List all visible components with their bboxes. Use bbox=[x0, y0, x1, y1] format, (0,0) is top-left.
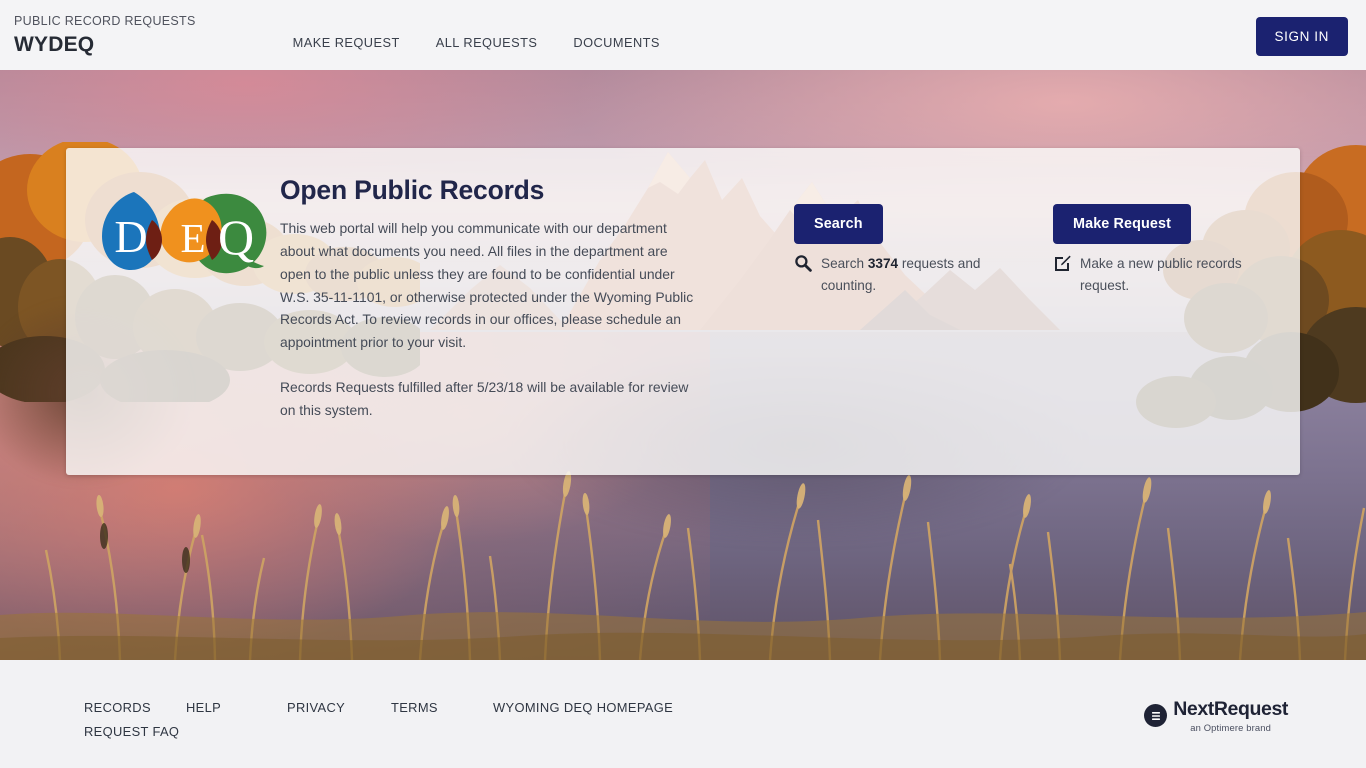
make-request-button[interactable]: Make Request bbox=[1053, 204, 1191, 244]
search-button[interactable]: Search bbox=[794, 204, 883, 244]
hero-section: D E Q Open Public Records This web porta… bbox=[0, 70, 1366, 660]
hero-paragraph-1: This web portal will help you communicat… bbox=[280, 220, 694, 351]
brand-eyebrow: PUBLIC RECORD REQUESTS bbox=[14, 14, 196, 29]
search-description-text: Search 3374 requests and counting. bbox=[821, 253, 1009, 297]
footer-link-terms[interactable]: TERMS bbox=[391, 696, 493, 720]
hero-paragraph-2: Records Requests fulfilled after 5/23/18… bbox=[280, 378, 689, 418]
make-request-description: Make a new public records request. bbox=[1053, 253, 1268, 297]
nextrequest-tagline: an Optimere brand bbox=[1190, 721, 1271, 733]
footer-link-wyoming-deq-homepage[interactable]: WYOMING DEQ HOMEPAGE bbox=[493, 696, 673, 720]
nav-make-request[interactable]: MAKE REQUEST bbox=[293, 35, 400, 50]
site-header: PUBLIC RECORD REQUESTS WYDEQ MAKE REQUES… bbox=[0, 0, 1366, 70]
hero-actions: Search Search 3374 requests and counting… bbox=[694, 176, 1270, 475]
nextrequest-name: NextRequest bbox=[1173, 698, 1288, 720]
footer-link-records-request-faq[interactable]: RECORDS REQUEST FAQ bbox=[84, 696, 186, 744]
search-desc-prefix: Search bbox=[821, 256, 868, 271]
make-request-description-text: Make a new public records request. bbox=[1080, 256, 1242, 293]
search-action: Search Search 3374 requests and counting… bbox=[794, 204, 1009, 475]
page-title: WYDEQ bbox=[14, 32, 95, 56]
search-request-count: 3374 bbox=[867, 256, 899, 271]
footer-link-help[interactable]: HELP bbox=[186, 696, 287, 720]
footer-link-privacy[interactable]: PRIVACY bbox=[287, 696, 391, 720]
site-footer: RECORDS REQUEST FAQ HELP PRIVACY TERMS W… bbox=[0, 660, 1366, 768]
hero-copy: Open Public Records This web portal will… bbox=[272, 175, 694, 475]
search-description: Search 3374 requests and counting. bbox=[794, 253, 1009, 297]
deq-logo: D E Q bbox=[94, 176, 272, 475]
svg-text:E: E bbox=[180, 215, 205, 261]
make-request-action: Make Request Make a new public records r… bbox=[1053, 204, 1268, 475]
hero-card-left: D E Q Open Public Records This web porta… bbox=[94, 175, 694, 475]
hero-heading: Open Public Records bbox=[280, 175, 545, 205]
hero-card: D E Q Open Public Records This web porta… bbox=[66, 148, 1300, 475]
nav-all-requests[interactable]: ALL REQUESTS bbox=[436, 35, 538, 50]
svg-text:Q: Q bbox=[218, 209, 254, 265]
deq-logo-svg: D E Q bbox=[102, 192, 267, 274]
search-icon bbox=[794, 254, 812, 279]
nav-documents[interactable]: DOCUMENTS bbox=[573, 35, 660, 50]
brand[interactable]: PUBLIC RECORD REQUESTS WYDEQ bbox=[14, 15, 196, 55]
nextrequest-wordmark: NextRequest an Optimere brand bbox=[1173, 698, 1288, 733]
svg-text:D: D bbox=[114, 211, 147, 262]
primary-nav: MAKE REQUEST ALL REQUESTS DOCUMENTS bbox=[293, 21, 660, 50]
page-root: PUBLIC RECORD REQUESTS WYDEQ MAKE REQUES… bbox=[0, 0, 1366, 768]
footer-links: RECORDS REQUEST FAQ HELP PRIVACY TERMS W… bbox=[84, 696, 673, 744]
sign-in-button[interactable]: SIGN IN bbox=[1255, 17, 1348, 56]
nextrequest-brand[interactable]: NextRequest an Optimere brand bbox=[1144, 698, 1288, 733]
edit-pencil-icon bbox=[1053, 254, 1071, 279]
nextrequest-logo-icon bbox=[1144, 704, 1168, 728]
